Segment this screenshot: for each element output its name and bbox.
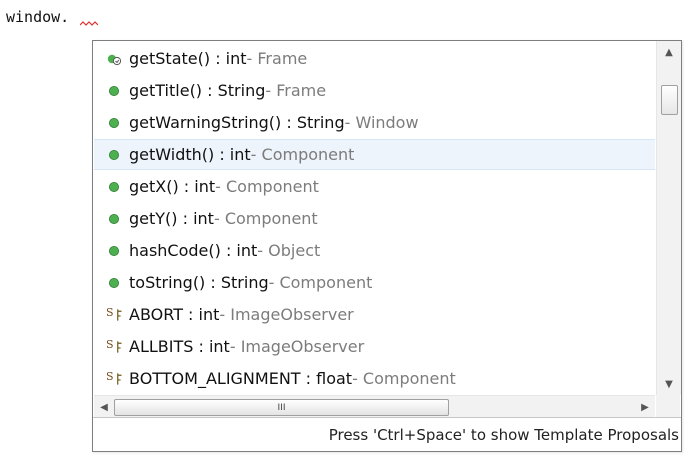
- proposal-signature: ALLBITS : int: [129, 337, 230, 356]
- proposal-declaring-type: - ImageObserver: [229, 337, 365, 356]
- method-public-icon: [106, 211, 122, 227]
- method-public-icon: [106, 179, 122, 195]
- method-public-icon: [106, 243, 122, 259]
- method-protected-icon: [106, 51, 122, 67]
- method-public-icon: [106, 115, 122, 131]
- proposal-declaring-type: - Component: [352, 369, 456, 388]
- proposal-signature: BOTTOM_ALIGNMENT : float: [129, 369, 353, 388]
- proposal-item[interactable]: getX() : int - Component: [94, 171, 655, 202]
- horizontal-scrollbar[interactable]: ◀ III ▶: [94, 395, 655, 418]
- proposal-signature: getTitle() : String: [129, 81, 266, 100]
- error-squiggle-icon: [80, 21, 98, 26]
- proposal-signature: hashCode() : int: [129, 241, 258, 260]
- method-public-icon: [106, 83, 122, 99]
- scroll-down-icon[interactable]: ▼: [657, 373, 681, 395]
- proposal-declaring-type: - ImageObserver: [219, 305, 354, 324]
- proposal-item[interactable]: getWarningString() : String - Window: [94, 107, 655, 138]
- scroll-grip: III: [277, 402, 286, 413]
- proposal-item[interactable]: getY() : int - Component: [94, 203, 655, 234]
- proposal-item[interactable]: getState() : int - Frame: [94, 43, 655, 74]
- editor-code: window.: [6, 8, 70, 26]
- scroll-left-icon[interactable]: ◀: [94, 396, 114, 418]
- proposal-signature: getWarningString() : String: [129, 113, 345, 132]
- content-assist-popup: getState() : int - Frame getTitle() : Str…: [92, 40, 682, 452]
- proposal-signature: ABORT : int: [129, 305, 220, 324]
- vertical-scrollbar[interactable]: ▲ ▼: [656, 41, 681, 395]
- proposal-declaring-type: - Component: [213, 209, 318, 228]
- proposal-declaring-type: - Component: [250, 145, 355, 164]
- horizontal-scroll-thumb[interactable]: III: [114, 399, 449, 416]
- proposal-item[interactable]: toString() : String - Component: [94, 267, 655, 298]
- static-final-field-icon: S: [106, 370, 122, 387]
- proposal-signature: getWidth() : int: [129, 145, 251, 164]
- proposal-item[interactable]: getWidth() : int - Component: [94, 139, 655, 170]
- scroll-right-icon[interactable]: ▶: [635, 396, 655, 418]
- status-bar: Press 'Ctrl+Space' to show Template Prop…: [93, 417, 681, 451]
- proposal-signature: getY() : int: [129, 209, 214, 228]
- proposal-item[interactable]: hashCode() : int - Object: [94, 235, 655, 266]
- proposal-declaring-type: - Window: [344, 113, 419, 132]
- editor-text[interactable]: window.: [6, 8, 69, 26]
- proposal-declaring-type: - Component: [268, 273, 373, 292]
- proposal-declaring-type: - Component: [215, 177, 319, 196]
- scroll-corner: [656, 395, 680, 417]
- proposal-item[interactable]: S ALLBITS : int - ImageObserver: [94, 331, 655, 362]
- proposal-declaring-type: - Frame: [246, 49, 308, 68]
- proposal-list: getState() : int - Frame getTitle() : Str…: [94, 43, 655, 395]
- method-public-icon: [106, 275, 122, 291]
- vertical-scroll-thumb[interactable]: [661, 85, 678, 115]
- proposal-item[interactable]: S BOTTOM_ALIGNMENT : float - Component: [94, 363, 655, 394]
- static-final-field-icon: S: [106, 338, 122, 355]
- proposal-signature: getState() : int: [129, 49, 247, 68]
- proposal-signature: getX() : int: [129, 177, 216, 196]
- proposal-declaring-type: - Frame: [265, 81, 327, 100]
- scroll-up-icon[interactable]: ▲: [657, 41, 681, 63]
- proposal-item[interactable]: getTitle() : String - Frame: [94, 75, 655, 106]
- method-public-icon: [106, 147, 122, 163]
- static-final-field-icon: S: [106, 306, 122, 323]
- proposal-declaring-type: - Object: [257, 241, 321, 260]
- proposal-signature: toString() : String: [129, 273, 269, 292]
- proposal-item[interactable]: S ABORT : int - ImageObserver: [94, 299, 655, 330]
- status-text: Press 'Ctrl+Space' to show Template Prop…: [328, 425, 679, 444]
